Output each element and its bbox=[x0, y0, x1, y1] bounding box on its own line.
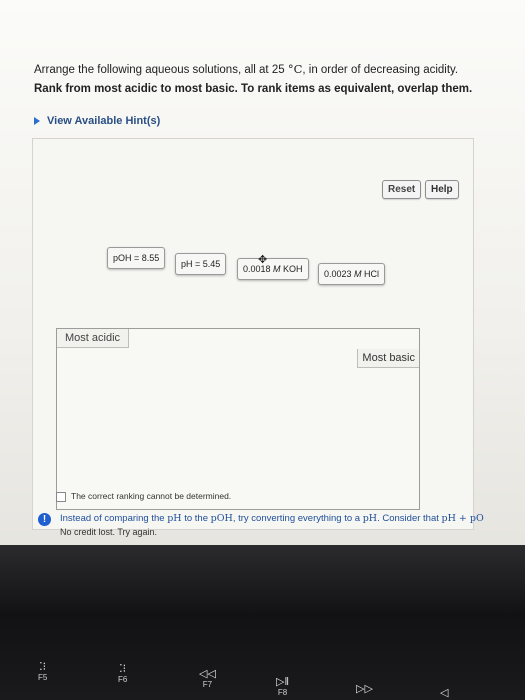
ranking-drop-zone[interactable]: Most acidic Most basic bbox=[56, 328, 420, 510]
move-cursor-icon: ✥ bbox=[258, 254, 268, 266]
feedback-message: Instead of comparing the pH to the pOH, … bbox=[60, 513, 484, 524]
fast-forward-icon: ▷▷ bbox=[356, 683, 373, 695]
key-f7[interactable]: ◁◁ F7 bbox=[199, 667, 216, 689]
keyboard-area bbox=[0, 545, 525, 700]
most-basic-label: Most basic bbox=[357, 349, 419, 368]
browser-page: Arrange the following aqueous solutions,… bbox=[0, 0, 525, 545]
key-f10[interactable]: ◁ bbox=[440, 686, 448, 699]
view-hints-link[interactable]: View Available Hint(s) bbox=[34, 115, 160, 127]
keyboard-backlight-down-icon: ⁚⁝ bbox=[39, 661, 47, 673]
mute-icon: ◁ bbox=[440, 687, 449, 699]
rank-item-koh[interactable]: 0.0018 M KOH bbox=[237, 258, 309, 280]
rank-item-poh[interactable]: pOH = 8.55 bbox=[107, 247, 166, 269]
rank-item-ph[interactable]: pH = 5.45 bbox=[175, 253, 227, 275]
question-text: Arrange the following aqueous solutions,… bbox=[34, 60, 514, 99]
key-f9[interactable]: ▷▷ bbox=[356, 682, 373, 695]
question-line-1: Arrange the following aqueous solutions,… bbox=[34, 62, 459, 76]
key-f8[interactable]: ▷‖ F8 bbox=[276, 675, 289, 697]
question-line-2: Rank from most acidic to most basic. To … bbox=[34, 83, 473, 95]
key-f5[interactable]: ⁚⁝ F5 bbox=[38, 660, 47, 682]
cannot-determine-option[interactable]: The correct ranking cannot be determined… bbox=[56, 491, 231, 502]
feedback-alert-icon: ! bbox=[38, 513, 51, 526]
expand-triangle-icon bbox=[34, 117, 40, 126]
no-credit-note: No credit lost. Try again. bbox=[60, 527, 158, 537]
reset-button[interactable]: Reset bbox=[382, 180, 422, 199]
key-f6[interactable]: ⁚⁝ F6 bbox=[118, 662, 127, 684]
rank-item-hcl[interactable]: 0.0023 M HCl bbox=[318, 263, 386, 285]
most-acidic-label: Most acidic bbox=[57, 329, 130, 348]
cannot-determine-checkbox[interactable] bbox=[56, 491, 66, 502]
rewind-icon: ◁◁ bbox=[199, 668, 216, 680]
keyboard-backlight-up-icon: ⁚⁝ bbox=[119, 663, 127, 675]
help-button[interactable]: Help bbox=[425, 180, 459, 199]
play-pause-icon: ▷‖ bbox=[276, 676, 290, 688]
